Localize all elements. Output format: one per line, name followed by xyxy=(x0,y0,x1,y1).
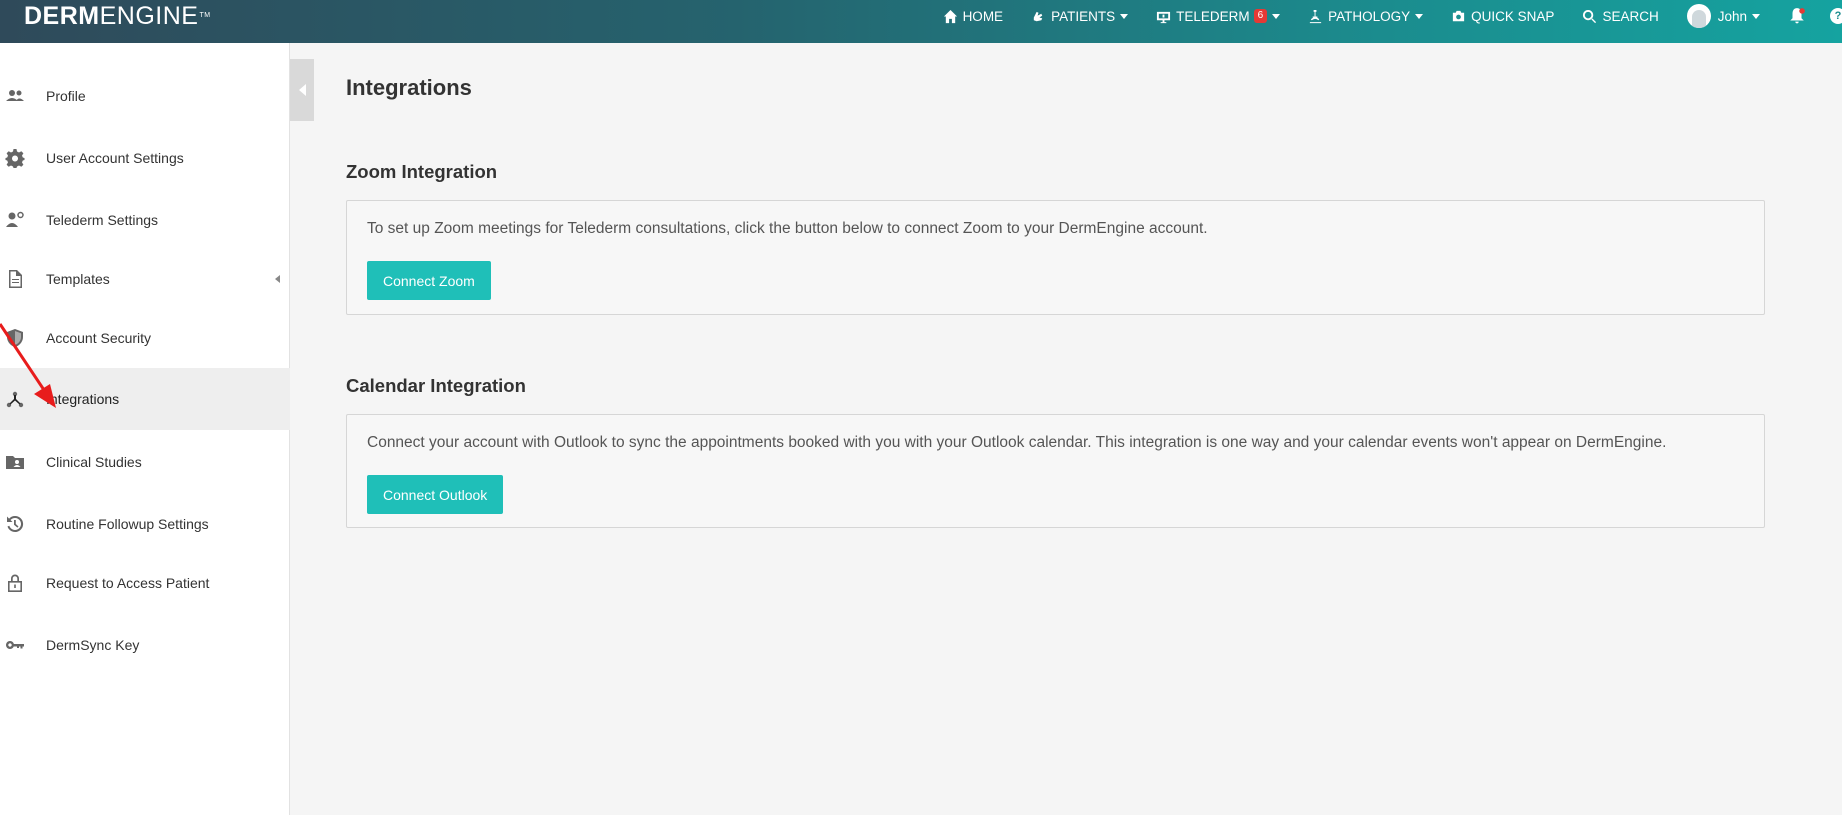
sidebar-item-label: User Account Settings xyxy=(46,150,184,166)
page-title: Integrations xyxy=(346,75,472,100)
zoom-integration-card: To set up Zoom meetings for Telederm con… xyxy=(346,200,1765,315)
settings-sidebar: Profile User Account Settings Telederm S… xyxy=(0,43,290,815)
sidebar-collapse-toggle[interactable] xyxy=(290,59,314,121)
sidebar-item-label: Routine Followup Settings xyxy=(46,516,209,532)
folder-user-icon xyxy=(4,451,26,473)
calendar-integration-title: Calendar Integration xyxy=(346,375,526,396)
sidebar-item-label: Clinical Studies xyxy=(46,454,142,470)
sidebar-item-label: Profile xyxy=(46,88,86,104)
nav-pathology[interactable]: PATHOLOGY xyxy=(1308,8,1424,24)
user-cog-icon xyxy=(4,209,26,231)
zoom-integration-title: Zoom Integration xyxy=(346,161,498,182)
integration-icon xyxy=(4,388,26,410)
calendar-integration-card: Connect your account with Outlook to syn… xyxy=(346,414,1765,528)
nav-home[interactable]: HOME xyxy=(943,8,1004,24)
zoom-integration-description: To set up Zoom meetings for Telederm con… xyxy=(367,220,1208,237)
sidebar-item-integrations[interactable]: Integrations xyxy=(0,368,290,430)
sidebar-item-dermsync-key[interactable]: DermSync Key xyxy=(0,614,290,676)
chevron-down-icon xyxy=(1272,13,1281,19)
camera-snap-icon xyxy=(1453,10,1465,21)
microscope-icon xyxy=(1310,9,1322,23)
logo-light-text: ENGINE xyxy=(99,2,199,30)
lock-icon xyxy=(4,572,26,594)
nav-quick-snap-label: QUICK SNAP xyxy=(1471,8,1555,24)
shield-icon xyxy=(4,327,26,349)
sidebar-item-account-security[interactable]: Account Security xyxy=(0,307,290,369)
chevron-down-icon xyxy=(1120,13,1129,19)
sidebar-item-templates[interactable]: Templates xyxy=(0,248,290,310)
nav-search[interactable]: SEARCH xyxy=(1582,8,1659,24)
home-icon xyxy=(943,9,957,23)
nav-patients[interactable]: PATIENTS xyxy=(1031,8,1129,24)
nav-telederm-label: TELEDERM xyxy=(1176,8,1250,24)
help-icon[interactable]: ? xyxy=(1830,8,1842,24)
people-icon xyxy=(4,85,26,107)
nav-patients-label: PATIENTS xyxy=(1051,8,1116,24)
main-nav: HOME PATIENTS TELEDERM 6 PATHOLOGY QUICK… xyxy=(943,0,1842,32)
nav-pathology-label: PATHOLOGY xyxy=(1328,8,1411,24)
key-icon xyxy=(4,634,26,656)
telederm-icon xyxy=(1157,11,1171,23)
nav-telederm[interactable]: TELEDERM 6 xyxy=(1156,8,1281,24)
sidebar-item-request-to-access-patient[interactable]: Request to Access Patient xyxy=(0,552,290,614)
logo-bold-text: DERM xyxy=(24,2,100,30)
top-navbar: DERMENGINETM HOME PATIENTS TELEDERM 6 PA… xyxy=(0,0,1842,43)
sidebar-item-label: Telederm Settings xyxy=(46,212,159,228)
dermengine-logo[interactable]: DERMENGINETM xyxy=(24,2,211,30)
document-icon xyxy=(4,268,26,290)
notification-bell-icon[interactable] xyxy=(1788,7,1806,25)
chevron-left-icon xyxy=(298,84,306,96)
connect-zoom-button[interactable]: Connect Zoom xyxy=(367,261,491,300)
sidebar-item-label: DermSync Key xyxy=(46,637,140,653)
telederm-notification-badge: 6 xyxy=(1253,9,1268,23)
nav-user-menu[interactable]: John xyxy=(1686,4,1760,28)
nav-search-label: SEARCH xyxy=(1602,8,1659,24)
calendar-integration-description: Connect your account with Outlook to syn… xyxy=(367,434,1667,451)
sidebar-item-clinical-studies[interactable]: Clinical Studies xyxy=(0,431,290,493)
history-icon xyxy=(4,513,26,535)
sidebar-item-label: Integrations xyxy=(46,391,120,407)
sidebar-item-label: Request to Access Patient xyxy=(46,575,210,591)
nav-quick-snap[interactable]: QUICK SNAP xyxy=(1451,9,1554,24)
search-icon xyxy=(1583,9,1597,23)
chevron-left-icon xyxy=(275,275,280,283)
connect-outlook-button[interactable]: Connect Outlook xyxy=(367,475,504,514)
gear-icon xyxy=(4,147,26,169)
chevron-down-icon xyxy=(1415,13,1424,19)
sidebar-item-routine-followup-settings[interactable]: Routine Followup Settings xyxy=(0,493,290,555)
sidebar-item-label: Templates xyxy=(46,271,110,287)
patients-hand-icon xyxy=(1033,11,1043,21)
sidebar-item-label: Account Security xyxy=(46,330,152,346)
sidebar-item-user-account-settings[interactable]: User Account Settings xyxy=(0,127,290,189)
logo-trademark: TM xyxy=(199,12,211,19)
nav-user-label: John xyxy=(1717,8,1747,24)
chevron-down-icon xyxy=(1752,13,1760,19)
avatar xyxy=(1686,4,1711,28)
nav-home-label: HOME xyxy=(962,8,1004,24)
sidebar-item-profile[interactable]: Profile xyxy=(0,65,290,127)
sidebar-item-telederm-settings[interactable]: Telederm Settings xyxy=(0,189,290,251)
